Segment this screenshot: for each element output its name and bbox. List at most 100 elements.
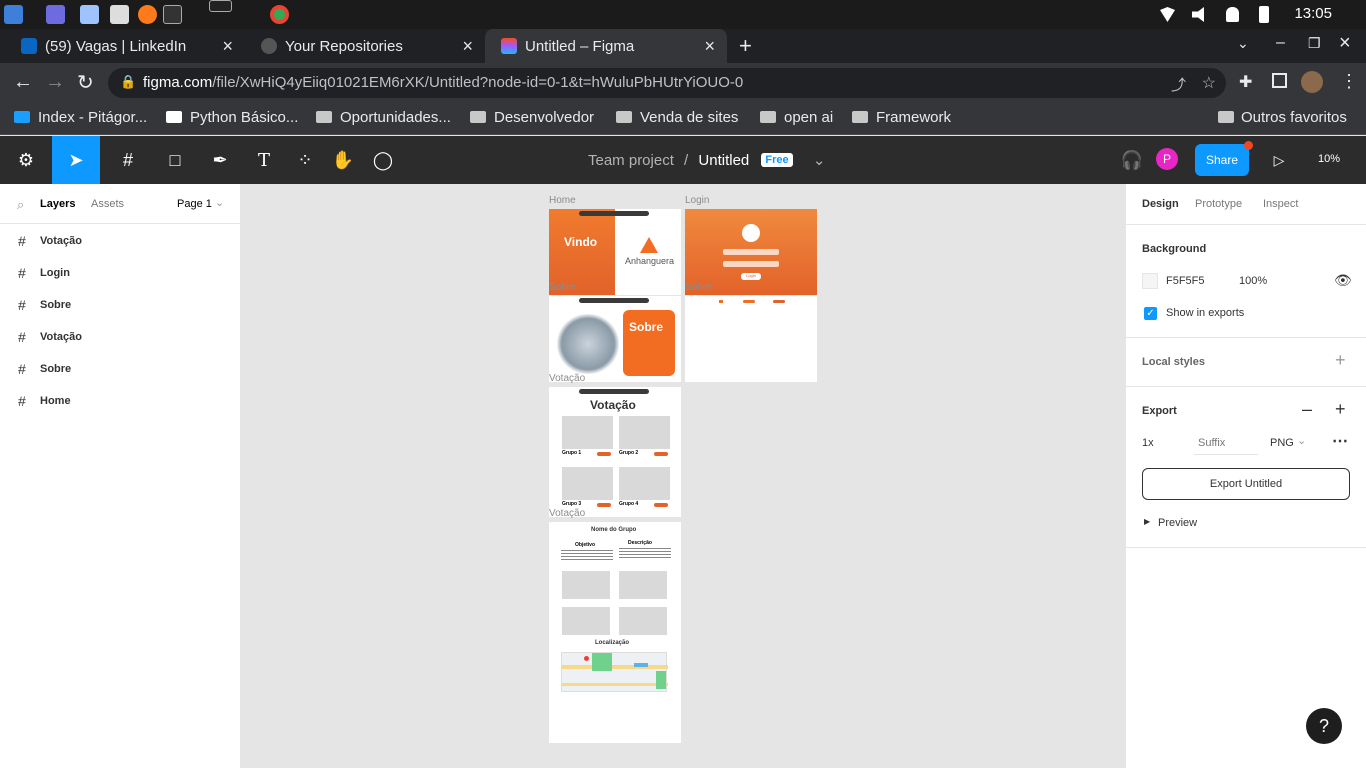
help-button[interactable]: ?	[1306, 708, 1342, 744]
notification-bell-icon[interactable]	[1226, 7, 1239, 22]
tab-prototype[interactable]: Prototype	[1195, 198, 1242, 210]
tab-search-icon[interactable]: ⌄	[1237, 35, 1249, 52]
tab-figma[interactable]: Untitled – Figma ×	[485, 29, 727, 63]
export-suffix-input[interactable]	[1194, 431, 1258, 455]
forward-icon[interactable]: →	[45, 71, 65, 94]
remove-export-icon[interactable]: –	[1302, 399, 1312, 420]
add-style-icon[interactable]: +	[1335, 350, 1346, 371]
chrome-icon[interactable]	[270, 5, 289, 24]
bookmark-folder[interactable]: Framework	[852, 109, 951, 126]
file-name[interactable]: Untitled	[698, 152, 749, 169]
bookmark-folder[interactable]: Oportunidades...	[316, 109, 451, 126]
move-tool-icon[interactable]: ➤	[52, 136, 100, 184]
bookmark-item[interactable]: Index - Pitágor...	[14, 109, 147, 126]
figma-main-menu-icon[interactable]: ⚙	[6, 136, 46, 184]
checkbox-checked-icon[interactable]: ✓	[1144, 307, 1157, 320]
frame-group-detail[interactable]: Nome do Grupo Objetivo Descrição Localiz…	[549, 522, 681, 743]
frame-tool-icon[interactable]: #	[108, 136, 148, 184]
back-icon[interactable]: ←	[13, 71, 33, 94]
frame-votacao[interactable]: Votação Grupo 1 Grupo 2 Grupo 3 Grupo 4	[549, 387, 681, 517]
share-button[interactable]: Share	[1195, 144, 1249, 176]
tab-design[interactable]: Design	[1142, 198, 1179, 210]
minimize-icon[interactable]: –	[1276, 34, 1285, 52]
reload-icon[interactable]: ↻	[77, 70, 94, 95]
frame-label-login[interactable]: Login	[685, 195, 709, 206]
design-canvas[interactable]: Home Vindo Anhanguera Login Login Sobre …	[241, 184, 1125, 768]
share-page-icon[interactable]: ⤴	[1171, 74, 1186, 95]
more-options-icon[interactable]: ⋯	[1332, 431, 1348, 451]
new-tab-icon[interactable]: +	[739, 33, 752, 59]
audio-headphones-icon[interactable]: 🎧	[1112, 136, 1152, 184]
comment-tool-icon[interactable]: ◯	[363, 136, 403, 184]
export-button[interactable]: Export Untitled	[1142, 468, 1350, 500]
bookmark-folder[interactable]: open ai	[760, 109, 833, 126]
menu-icon[interactable]: ⋮	[1340, 71, 1358, 92]
avatar[interactable]: P	[1156, 148, 1178, 170]
frame-label-sobre[interactable]: Sobre	[685, 282, 712, 293]
close-icon[interactable]: ×	[704, 36, 715, 57]
layer-item[interactable]: # Home	[18, 385, 238, 417]
terminal-icon[interactable]	[163, 5, 182, 24]
layer-item[interactable]: # Sobre	[18, 289, 238, 321]
other-bookmarks-folder[interactable]: Outros favoritos	[1218, 109, 1347, 126]
bookmark-folder[interactable]: Venda de sites	[616, 109, 738, 126]
team-name[interactable]: Team project	[588, 152, 674, 169]
tab-github[interactable]: Your Repositories ×	[245, 29, 485, 63]
search-icon[interactable]: ⌕	[17, 197, 24, 213]
side-panel-icon[interactable]	[1272, 73, 1287, 88]
close-icon[interactable]: ×	[462, 36, 473, 57]
close-window-icon[interactable]: ×	[1339, 32, 1351, 55]
eye-icon[interactable]: 👁	[1334, 272, 1352, 289]
chevron-down-icon[interactable]: ⌄	[813, 152, 826, 169]
close-icon[interactable]: ×	[222, 36, 233, 57]
chevron-down-icon[interactable]: ⌄	[215, 196, 224, 209]
frame-label-sobre[interactable]: Sobre	[549, 282, 576, 293]
text-tool-icon[interactable]: T	[244, 136, 284, 184]
present-play-icon[interactable]: ▷	[1259, 136, 1299, 184]
page-selector[interactable]: Page 1	[177, 198, 212, 210]
resources-icon[interactable]: ⁘	[285, 136, 325, 184]
frame-sobre[interactable]: Sobre	[549, 296, 681, 382]
start-menu-icon[interactable]	[4, 5, 23, 24]
file-manager-icon[interactable]	[80, 5, 99, 24]
chevron-down-icon[interactable]: ⌄	[1297, 434, 1306, 447]
tab-linkedin[interactable]: (59) Vagas | LinkedIn ×	[5, 29, 245, 63]
layer-item[interactable]: # Votação	[18, 225, 238, 257]
tab-inspect[interactable]: Inspect	[1263, 198, 1298, 210]
extensions-icon[interactable]: ✚	[1239, 72, 1252, 92]
file-title[interactable]: Team project / Untitled Free ⌄	[588, 151, 825, 169]
layer-item[interactable]: # Votação	[18, 321, 238, 353]
address-bar[interactable]: 🔒 figma.com/file/XwHiQ4yEiiq01021EM6rXK/…	[108, 68, 1226, 98]
caret-right-icon[interactable]: ▶	[1144, 517, 1150, 526]
bookmark-item[interactable]: Python Básico...	[166, 109, 298, 126]
document-icon[interactable]	[110, 5, 129, 24]
frame-label-home[interactable]: Home	[549, 195, 576, 206]
bg-opacity-value[interactable]: 100%	[1239, 275, 1267, 287]
wifi-icon[interactable]	[1160, 7, 1175, 22]
layer-item[interactable]: # Login	[18, 257, 238, 289]
window-preview-icon[interactable]	[209, 0, 232, 12]
tab-layers[interactable]: Layers	[40, 198, 75, 210]
rectangle-tool-icon[interactable]: □	[155, 136, 195, 184]
firefox-icon[interactable]	[138, 5, 157, 24]
profile-avatar[interactable]	[1301, 71, 1323, 93]
frame-sobre[interactable]	[685, 296, 817, 382]
bookmark-star-icon[interactable]: ☆	[1202, 73, 1216, 93]
app-icon[interactable]	[46, 5, 65, 24]
preview-toggle[interactable]: Preview	[1158, 517, 1197, 529]
frame-label-votacao[interactable]: Votação	[549, 373, 585, 384]
zoom-level[interactable]: 10%	[1318, 153, 1340, 165]
export-format-select[interactable]: PNG	[1270, 437, 1294, 449]
bg-hex-value[interactable]: F5F5F5	[1166, 275, 1205, 287]
export-scale[interactable]: 1x	[1142, 437, 1154, 449]
maximize-icon[interactable]: ❐	[1308, 35, 1321, 52]
hand-tool-icon[interactable]: ✋	[323, 136, 363, 184]
pen-tool-icon[interactable]: ✒	[200, 136, 240, 184]
volume-icon[interactable]	[1192, 7, 1204, 22]
add-export-icon[interactable]: +	[1335, 399, 1346, 420]
bookmark-folder[interactable]: Desenvolvedor	[470, 109, 594, 126]
frame-label-votacao[interactable]: Votação	[549, 508, 585, 519]
color-swatch[interactable]	[1142, 273, 1158, 289]
tab-assets[interactable]: Assets	[91, 198, 124, 210]
layer-item[interactable]: # Sobre	[18, 353, 238, 385]
